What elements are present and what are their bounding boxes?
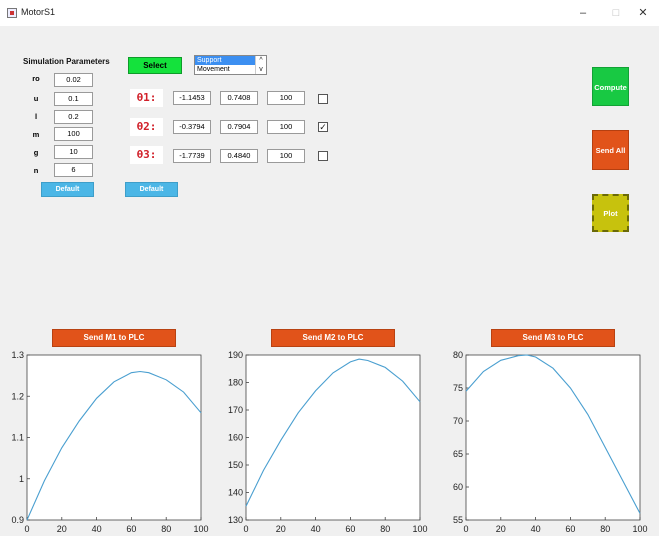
y-tick-label: 150 xyxy=(228,460,243,470)
param-input-g[interactable]: 10 xyxy=(54,145,93,159)
y-tick-label: 80 xyxy=(453,350,463,360)
plot-m2: 130 140 150 160 170 180 190 0 20 40 60 80 100 xyxy=(228,350,428,534)
y-tick-label: 160 xyxy=(228,433,243,443)
y-tick-label: 1 xyxy=(19,474,24,484)
plot-axes-box xyxy=(245,354,421,521)
y-tick-label: 75 xyxy=(453,383,463,393)
x-tick-label: 20 xyxy=(57,524,67,534)
theta2-b-input[interactable]: 0.7904 xyxy=(220,120,258,134)
theta3-checkbox[interactable] xyxy=(318,151,328,161)
y-tick-label: 1.1 xyxy=(11,433,24,443)
param-label-g: g xyxy=(33,148,39,157)
y-tick-label: 55 xyxy=(453,515,463,525)
x-tick-label: 100 xyxy=(193,524,208,534)
theta1-b-input[interactable]: 0.7408 xyxy=(220,91,258,105)
simulation-parameters-heading: Simulation Parameters xyxy=(23,57,110,66)
select-button[interactable]: Select xyxy=(128,57,182,74)
plot-button[interactable]: Plot xyxy=(592,194,629,232)
window-title: MotorS1 xyxy=(21,7,56,17)
param-input-m[interactable]: 100 xyxy=(54,127,93,141)
x-tick-label: 100 xyxy=(632,524,647,534)
list-option-movement[interactable]: Movement xyxy=(195,65,256,74)
x-tick-label: 40 xyxy=(531,524,541,534)
plot-m1: 0.9 1 1.1 1.2 1.3 0 20 40 60 80 100 xyxy=(11,350,208,534)
param-label-n: n xyxy=(33,166,39,175)
y-tick-label: 170 xyxy=(228,405,243,415)
x-tick-label: 20 xyxy=(496,524,506,534)
list-option-support[interactable]: Support xyxy=(195,56,256,65)
theta1-a-input[interactable]: -1.1453 xyxy=(173,91,211,105)
send-all-button[interactable]: Send All xyxy=(592,130,629,170)
x-tick-label: 40 xyxy=(92,524,102,534)
y-tick-label: 60 xyxy=(453,482,463,492)
default-thetas-button[interactable]: Default xyxy=(125,182,178,197)
theta1-c-input[interactable]: 100 xyxy=(267,91,305,105)
compute-button[interactable]: Compute xyxy=(592,67,629,106)
y-tick-label: 190 xyxy=(228,350,243,360)
theta3-c-input[interactable]: 100 xyxy=(267,149,305,163)
y-tick-label: 70 xyxy=(453,416,463,426)
x-tick-label: 60 xyxy=(565,524,575,534)
y-tick-label: 0.9 xyxy=(11,515,24,525)
mode-listbox[interactable]: Support Movement ^ v xyxy=(194,55,267,75)
y-tick-label: 180 xyxy=(228,378,243,388)
theta1-checkbox[interactable] xyxy=(318,94,328,104)
x-tick-label: 100 xyxy=(412,524,427,534)
x-tick-label: 60 xyxy=(345,524,355,534)
param-label-u: u xyxy=(33,94,39,103)
default-params-button[interactable]: Default xyxy=(41,182,94,197)
x-tick-label: 80 xyxy=(161,524,171,534)
param-label-m: m xyxy=(32,130,40,139)
close-button[interactable]: ✕ xyxy=(634,5,652,21)
param-input-l[interactable]: 0.2 xyxy=(54,110,93,124)
theta2-checkbox[interactable]: ✓ xyxy=(318,122,328,132)
title-bar: MotorS1 – □ ✕ xyxy=(0,0,659,26)
x-tick-label: 60 xyxy=(126,524,136,534)
param-input-ro[interactable]: 0.02 xyxy=(54,73,93,87)
theta3-b-input[interactable]: 0.4840 xyxy=(220,149,258,163)
theta2-c-input[interactable]: 100 xyxy=(267,120,305,134)
x-tick-label: 0 xyxy=(463,524,468,534)
plot-axes-box xyxy=(26,354,202,521)
theta2-label: θ2: xyxy=(130,118,163,136)
x-tick-label: 80 xyxy=(600,524,610,534)
plot-axes-box xyxy=(465,354,641,521)
param-label-ro: ro xyxy=(32,74,40,83)
param-input-u[interactable]: 0.1 xyxy=(54,92,93,106)
listbox-scroll-arrows-icon[interactable]: ^ v xyxy=(255,56,266,74)
theta3-a-input[interactable]: -1.7739 xyxy=(173,149,211,163)
x-tick-label: 0 xyxy=(243,524,248,534)
plot-m3: 55 60 65 70 75 80 0 20 40 60 80 100 xyxy=(453,350,648,534)
y-tick-label: 1.2 xyxy=(11,391,24,401)
x-tick-label: 0 xyxy=(24,524,29,534)
x-tick-label: 40 xyxy=(311,524,321,534)
minimize-button[interactable]: – xyxy=(574,5,592,21)
param-label-l: l xyxy=(34,112,38,121)
y-tick-label: 140 xyxy=(228,488,243,498)
maximize-button[interactable]: □ xyxy=(607,5,625,21)
theta2-a-input[interactable]: -0.3794 xyxy=(173,120,211,134)
theta3-label: θ3: xyxy=(130,146,163,164)
y-tick-label: 65 xyxy=(453,449,463,459)
y-tick-label: 130 xyxy=(228,515,243,525)
x-tick-label: 80 xyxy=(380,524,390,534)
theta1-label: θ1: xyxy=(130,89,163,107)
param-input-n[interactable]: 6 xyxy=(54,163,93,177)
y-tick-label: 1.3 xyxy=(11,350,24,360)
x-tick-label: 20 xyxy=(276,524,286,534)
app-icon xyxy=(7,8,17,18)
